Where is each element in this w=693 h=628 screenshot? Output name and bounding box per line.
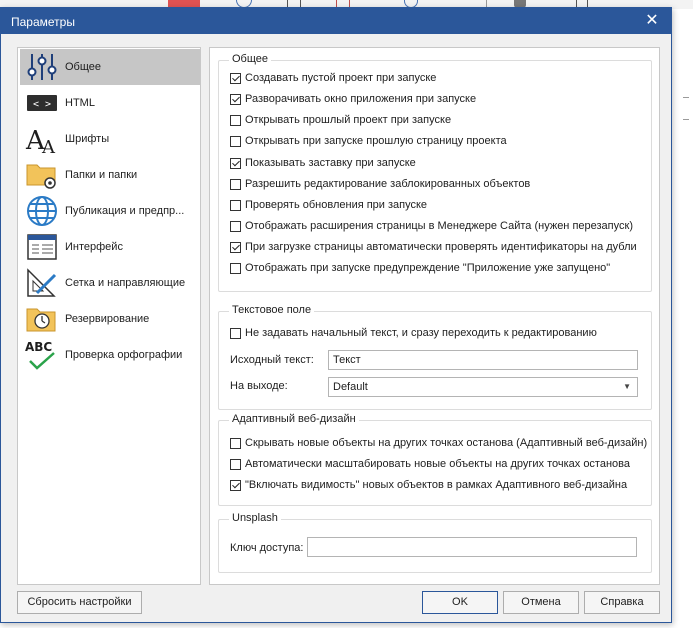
group-title: Текстовое поле: [229, 304, 315, 316]
title-bar: Параметры ✕: [1, 8, 671, 34]
nav-item-publishing[interactable]: Публикация и предпр...: [20, 193, 200, 229]
checkbox[interactable]: [230, 480, 241, 491]
window-layout-icon: [25, 231, 59, 263]
settings-nav: Общее < > HTML A A Шрифты Папки и папки …: [17, 47, 201, 585]
nav-label: HTML: [65, 97, 95, 109]
checkbox-label: "Включать видимость" новых объектов в ра…: [245, 479, 628, 491]
settings-panel: Общее Создавать пустой проект при запуск…: [209, 47, 660, 585]
group-text-field: Текстовое поле Не задавать начальный тек…: [218, 304, 652, 410]
nav-item-spelling[interactable]: ABC Проверка орфографии: [20, 337, 200, 373]
ruler-tick: [683, 119, 689, 120]
checkbox[interactable]: [230, 459, 241, 470]
checkbox-label: Показывать заставку при запуске: [245, 157, 416, 169]
checkbox-label: Проверять обновления при запуске: [245, 199, 428, 211]
checkbox-label: Открывать при запуске прошлую страницу п…: [245, 135, 507, 147]
checkbox-label: Отображать расширения страницы в Менедже…: [245, 220, 633, 232]
nav-label: Папки и папки: [65, 169, 138, 181]
background-app-ruler: [679, 9, 693, 628]
checkbox[interactable]: [230, 158, 241, 169]
nav-item-html[interactable]: < > HTML: [20, 85, 200, 121]
nav-label: Сетка и направляющие: [65, 277, 186, 289]
group-adaptive: Адаптивный веб-дизайн Скрывать новые объ…: [218, 413, 652, 506]
checkbox-label: Автоматически масштабировать новые объек…: [245, 458, 630, 470]
group-title: Адаптивный веб-дизайн: [229, 413, 359, 425]
checkbox[interactable]: [230, 328, 241, 339]
checkbox-label: Отображать при запуске предупреждение "П…: [245, 262, 611, 274]
ruler-triangle-icon: [25, 267, 59, 299]
nav-item-grid[interactable]: Сетка и направляющие: [20, 265, 200, 301]
code-icon: < >: [25, 87, 59, 119]
nav-item-interface[interactable]: Интерфейс: [20, 229, 200, 265]
ok-button[interactable]: OK: [422, 591, 498, 614]
source-text-label: Исходный текст:: [230, 354, 314, 366]
output-select[interactable]: Default ▼: [328, 377, 638, 397]
font-icon: A A: [25, 123, 59, 158]
checkbox-label: Создавать пустой проект при запуске: [245, 72, 437, 84]
nav-item-general[interactable]: Общее: [20, 49, 200, 85]
group-title: Общее: [229, 53, 272, 65]
access-key-label: Ключ доступа:: [230, 542, 304, 554]
checkbox[interactable]: [230, 136, 241, 147]
checkbox-label: Скрывать новые объекты на других точках …: [245, 437, 648, 449]
checkbox[interactable]: [230, 221, 241, 232]
checkbox-label: Разрешить редактирование заблокированных…: [245, 178, 531, 190]
nav-label: Общее: [65, 61, 102, 73]
folder-clock-icon: [25, 303, 59, 335]
svg-text:ABC: ABC: [25, 340, 52, 354]
checkbox[interactable]: [230, 73, 241, 84]
reset-settings-button[interactable]: Сбросить настройки: [17, 591, 142, 614]
output-label: На выходе:: [230, 380, 288, 392]
dialog-title: Параметры: [11, 15, 75, 29]
checkbox-label: Не задавать начальный текст, и сразу пер…: [245, 327, 597, 339]
checkbox[interactable]: [230, 438, 241, 449]
nav-label: Шрифты: [65, 133, 110, 145]
svg-text:< >: < >: [33, 99, 51, 110]
chevron-down-icon: ▼: [623, 382, 631, 391]
settings-dialog: Параметры ✕ Общее < > HTML A A Шрифты Па…: [0, 7, 672, 623]
nav-label: Проверка орфографии: [65, 349, 183, 361]
nav-item-fonts[interactable]: A A Шрифты: [20, 121, 200, 158]
output-select-value: Default: [333, 381, 368, 393]
checkbox[interactable]: [230, 263, 241, 274]
help-button[interactable]: Справка: [584, 591, 660, 614]
ruler-tick: [683, 97, 689, 98]
checkbox[interactable]: [230, 200, 241, 211]
checkbox[interactable]: [230, 242, 241, 253]
spellcheck-icon: ABC: [25, 339, 59, 371]
nav-item-backup[interactable]: Резервирование: [20, 301, 200, 337]
svg-text:A: A: [41, 137, 56, 155]
cancel-button[interactable]: Отмена: [503, 591, 579, 614]
checkbox-label: При загрузке страницы автоматически пров…: [245, 241, 637, 253]
group-title: Unsplash: [229, 512, 281, 524]
group-general: Общее Создавать пустой проект при запуск…: [218, 53, 652, 292]
nav-label: Резервирование: [65, 313, 150, 325]
close-button[interactable]: ✕: [641, 11, 663, 31]
checkbox-label: Открывать прошлый проект при запуске: [245, 114, 452, 126]
globe-icon: [25, 195, 59, 227]
nav-label: Публикация и предпр...: [65, 205, 185, 217]
folder-gear-icon: [25, 159, 59, 191]
checkbox[interactable]: [230, 115, 241, 126]
sliders-icon: [25, 51, 59, 83]
group-unsplash: Unsplash Ключ доступа:: [218, 512, 652, 573]
source-text-input[interactable]: [328, 350, 638, 370]
nav-label: Интерфейс: [65, 241, 123, 253]
nav-item-folders[interactable]: Папки и папки: [20, 157, 200, 193]
checkbox-label: Разворачивать окно приложения при запуск…: [245, 93, 477, 105]
checkbox[interactable]: [230, 94, 241, 105]
checkbox[interactable]: [230, 179, 241, 190]
access-key-input[interactable]: [307, 537, 637, 557]
